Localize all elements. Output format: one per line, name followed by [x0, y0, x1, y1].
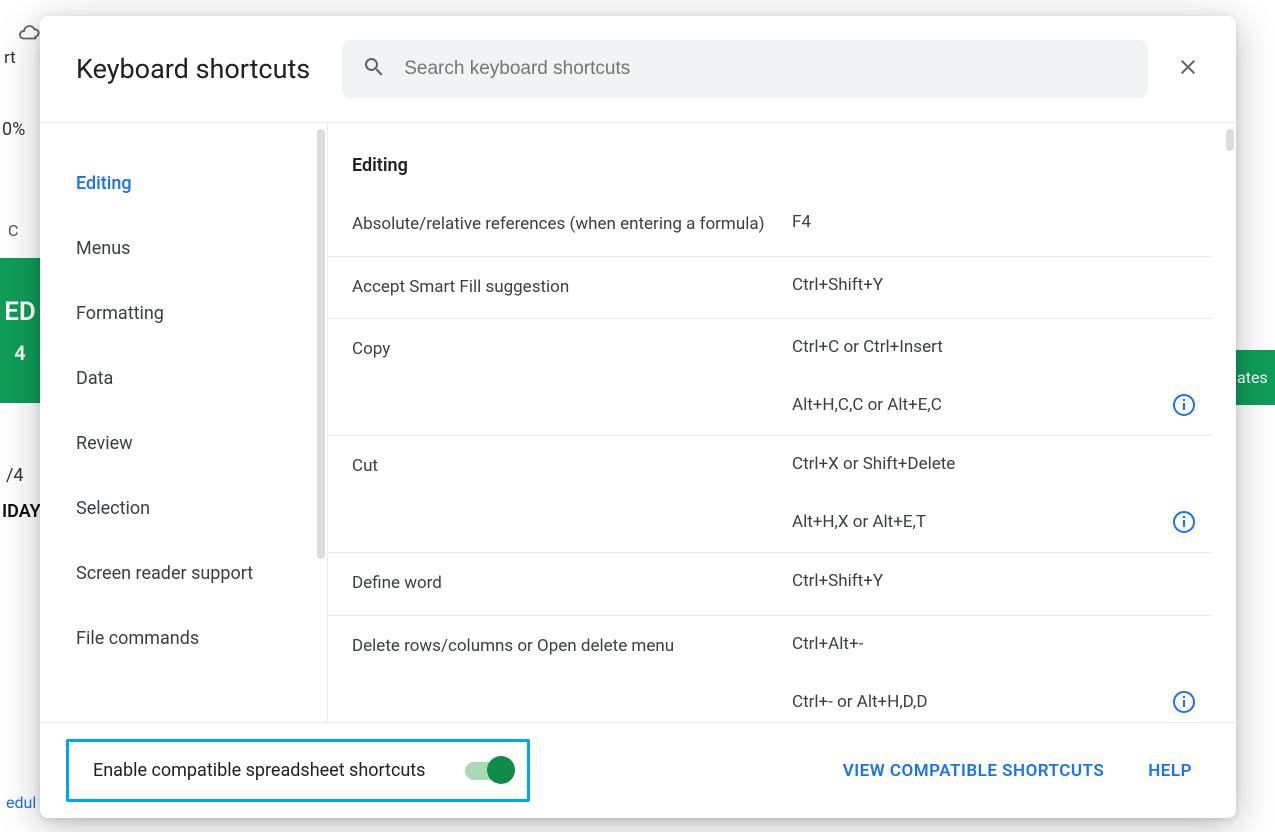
shortcut-description: Define word	[352, 553, 792, 615]
help-link[interactable]: HELP	[1132, 753, 1208, 789]
sidebar-scrollbar[interactable]	[317, 129, 325, 559]
info-icon[interactable]	[1172, 393, 1196, 417]
bg-text: rt	[4, 48, 16, 68]
info-icon[interactable]	[1172, 690, 1196, 714]
search-input[interactable]	[404, 58, 1128, 80]
sidebar-item-review[interactable]: Review	[76, 411, 327, 476]
sidebar-item-screen-reader-support[interactable]: Screen reader support	[76, 541, 327, 606]
close-icon	[1176, 55, 1200, 83]
view-compatible-shortcuts-link[interactable]: VIEW COMPATIBLE SHORTCUTS	[827, 753, 1121, 789]
shortcut-description: Delete rows/columns or Open delete menu	[352, 616, 792, 723]
shortcut-row: Absolute/relative references (when enter…	[328, 194, 1212, 257]
compatible-shortcuts-toggle[interactable]	[465, 762, 509, 780]
shortcut-description: Absolute/relative references (when enter…	[352, 194, 792, 256]
bg-date: /4	[6, 465, 24, 486]
compatible-shortcuts-toggle-box: Enable compatible spreadsheet shortcuts	[66, 739, 530, 802]
sidebar-item-selection[interactable]: Selection	[76, 476, 327, 541]
dialog-body: EditingMenusFormattingDataReviewSelectio…	[40, 123, 1236, 722]
section-title: Editing	[328, 155, 1212, 194]
shortcuts-content: Editing Absolute/relative references (wh…	[328, 123, 1236, 722]
bg-zoom: 0%	[2, 119, 25, 140]
shortcut-keys: Ctrl+Shift+Y	[792, 571, 883, 591]
keyboard-shortcuts-dialog: Keyboard shortcuts EditingMenusFormattin…	[40, 16, 1236, 818]
shortcut-row: CutCtrl+X or Shift+Delete Alt+H,X or Alt+…	[328, 436, 1212, 553]
shortcut-row: Define wordCtrl+Shift+Y	[328, 553, 1212, 616]
dialog-footer: Enable compatible spreadsheet shortcuts …	[40, 722, 1236, 818]
search-icon	[362, 55, 386, 83]
info-icon[interactable]	[1172, 510, 1196, 534]
shortcut-keys: Ctrl+Alt+-	[792, 634, 863, 654]
shortcut-keys: F4	[792, 212, 811, 232]
category-sidebar: EditingMenusFormattingDataReviewSelectio…	[40, 123, 328, 722]
shortcut-keys: Alt+H,X or Alt+E,T	[792, 512, 926, 532]
sidebar-item-file-commands[interactable]: File commands	[76, 606, 327, 671]
cloud-icon	[18, 22, 40, 48]
shortcut-keys: Ctrl+C or Ctrl+Insert	[792, 337, 943, 357]
bg-column-c: C	[8, 221, 18, 240]
dialog-title: Keyboard shortcuts	[76, 53, 310, 85]
bg-day: IDAY	[2, 501, 41, 522]
shortcut-keys: Ctrl+- or Alt+H,D,D	[792, 692, 927, 712]
shortcut-row: Delete rows/columns or Open delete menuC…	[328, 616, 1212, 723]
content-scrollbar[interactable]	[1226, 129, 1234, 151]
sidebar-item-data[interactable]: Data	[76, 346, 327, 411]
shortcut-keys: Alt+H,C,C or Alt+E,C	[792, 395, 942, 415]
shortcut-row: Accept Smart Fill suggestionCtrl+Shift+Y	[328, 257, 1212, 320]
shortcut-description: Cut	[352, 436, 792, 552]
shortcut-keys: Ctrl+X or Shift+Delete	[792, 454, 955, 474]
bg-green-cell: ED 4	[0, 258, 40, 403]
close-button[interactable]	[1168, 49, 1208, 89]
toggle-label: Enable compatible spreadsheet shortcuts	[93, 760, 425, 781]
search-box[interactable]	[342, 40, 1148, 98]
bg-green-right: ates	[1233, 350, 1275, 405]
shortcut-row: CopyCtrl+C or Ctrl+Insert Alt+H,C,C or Al…	[328, 319, 1212, 436]
toggle-knob	[487, 756, 515, 784]
shortcut-keys: Ctrl+Shift+Y	[792, 275, 883, 295]
sidebar-item-formatting[interactable]: Formatting	[76, 281, 327, 346]
shortcut-description: Copy	[352, 319, 792, 435]
bg-tab: edul	[6, 793, 36, 812]
shortcut-description: Accept Smart Fill suggestion	[352, 257, 792, 319]
sidebar-item-menus[interactable]: Menus	[76, 216, 327, 281]
dialog-header: Keyboard shortcuts	[40, 16, 1236, 123]
sidebar-item-editing[interactable]: Editing	[76, 151, 327, 216]
